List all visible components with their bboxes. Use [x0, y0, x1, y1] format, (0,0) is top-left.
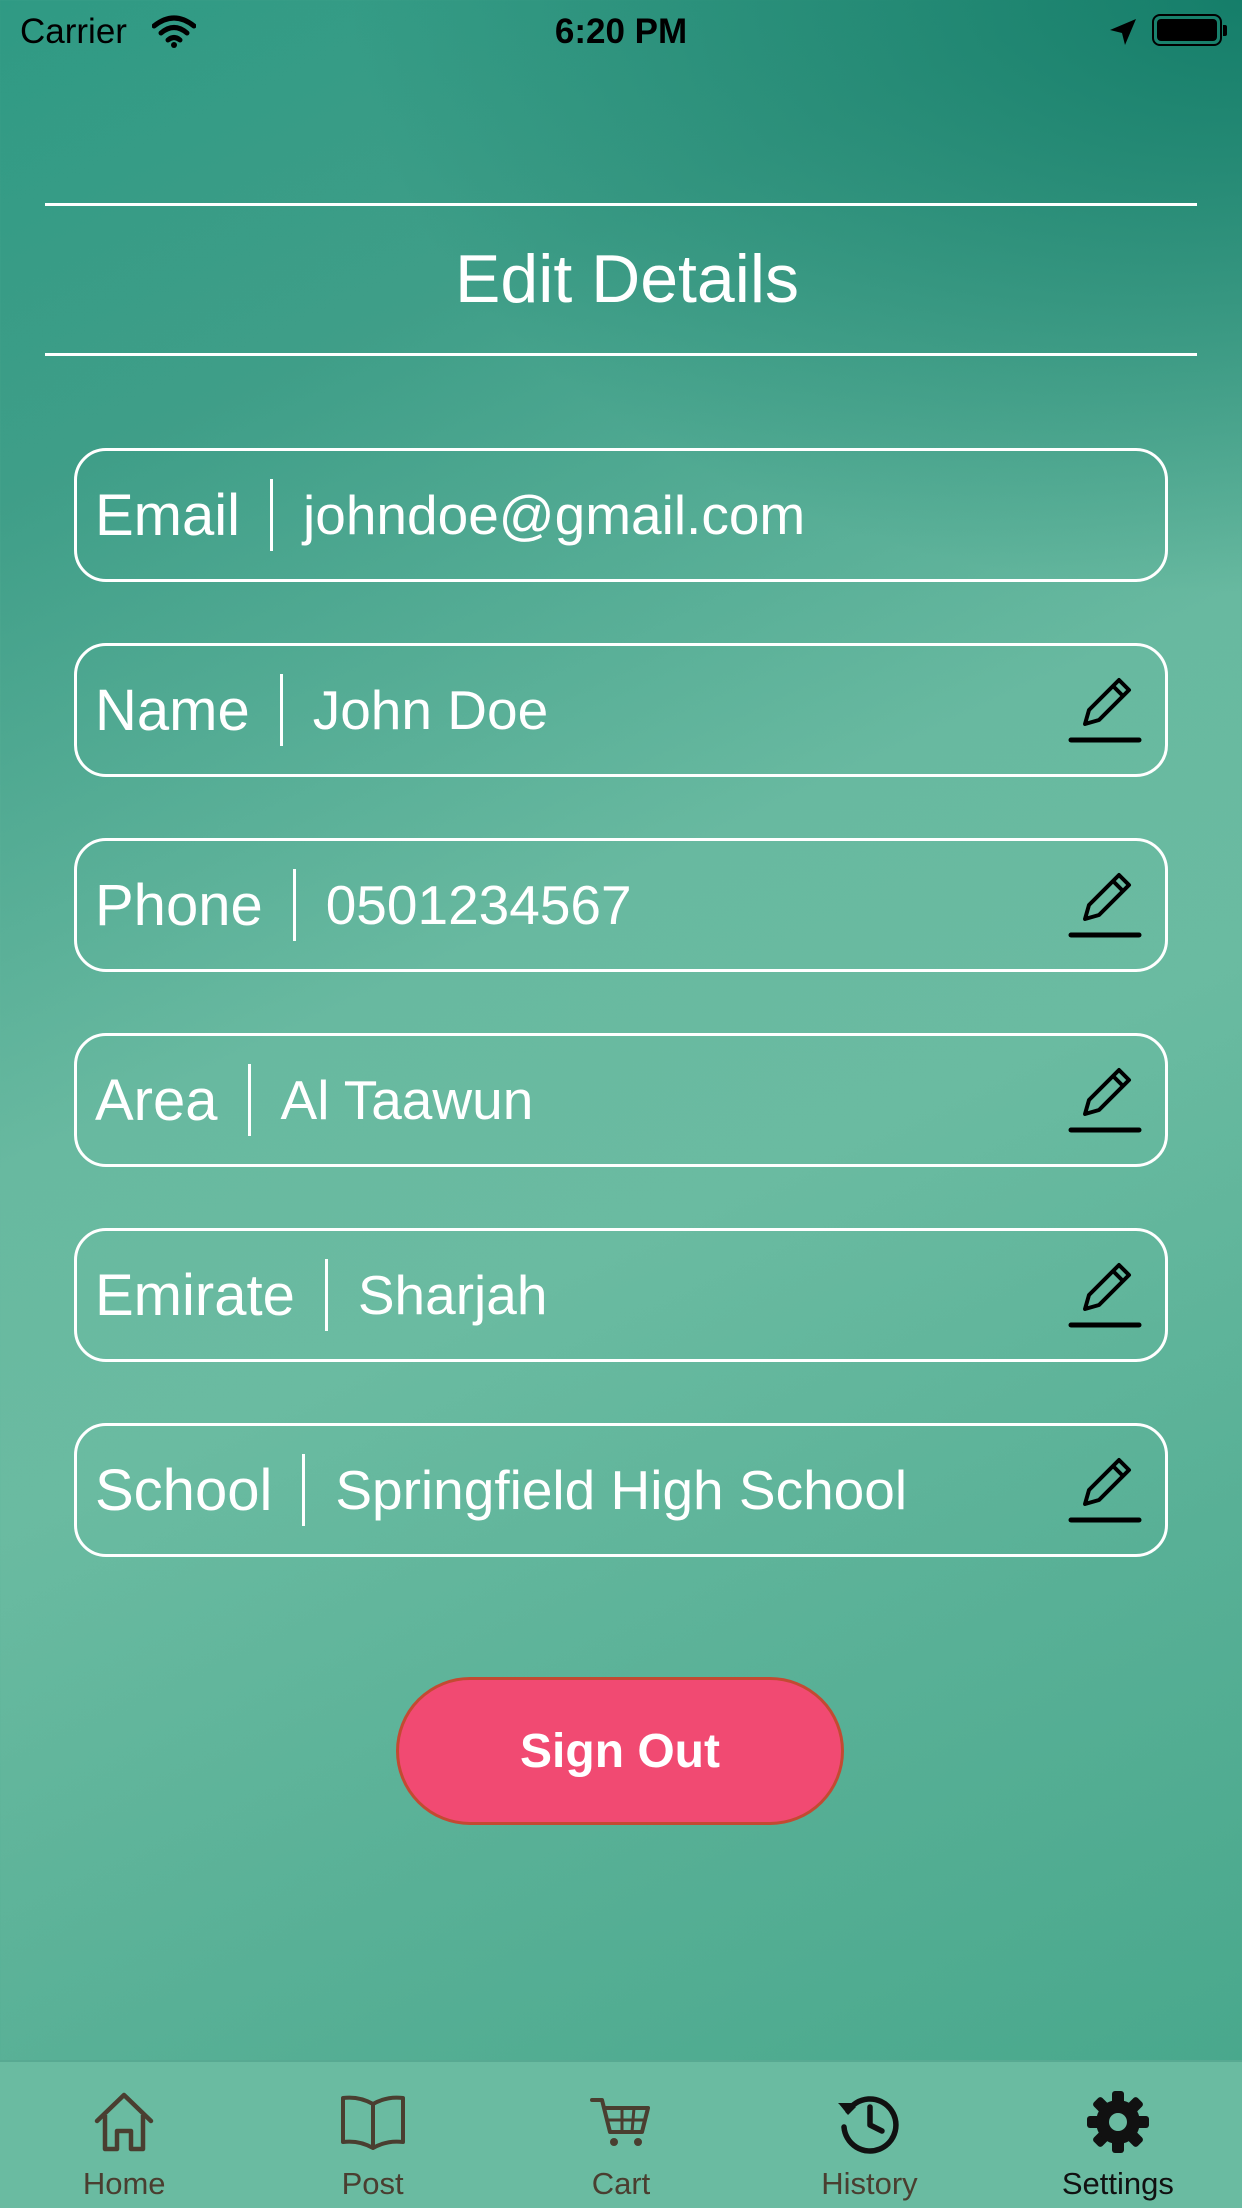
- area-value: Al Taawun: [280, 1069, 534, 1131]
- email-value: johndoe@gmail.com: [303, 484, 806, 546]
- page-title: Edit Details: [455, 241, 799, 317]
- tab-post[interactable]: Post: [248, 2062, 496, 2208]
- name-value: John Doe: [312, 679, 549, 741]
- pencil-icon[interactable]: [1065, 670, 1145, 750]
- cart-icon: [590, 2086, 652, 2158]
- tab-home[interactable]: Home: [0, 2062, 248, 2208]
- field-divider: [270, 479, 274, 551]
- name-field[interactable]: Name John Doe: [74, 643, 1168, 777]
- name-label: Name: [95, 677, 250, 743]
- header-divider-top: [45, 203, 1197, 206]
- field-divider: [279, 674, 283, 746]
- phone-label: Phone: [95, 872, 263, 938]
- field-divider: [324, 1259, 328, 1331]
- clock: 6:20 PM: [554, 12, 688, 51]
- tab-history[interactable]: History: [745, 2062, 993, 2208]
- tab-label: History: [821, 2166, 918, 2201]
- pencil-icon[interactable]: [1065, 1255, 1145, 1335]
- emirate-value: Sharjah: [357, 1264, 548, 1326]
- school-label: School: [95, 1457, 273, 1523]
- tab-label: Home: [82, 2166, 166, 2201]
- field-divider: [292, 869, 296, 941]
- school-field[interactable]: School Springfield High School: [74, 1423, 1168, 1557]
- battery-icon: [1152, 14, 1227, 46]
- school-value: Springfield High School: [335, 1459, 908, 1521]
- area-field[interactable]: Area Al Taawun: [74, 1033, 1168, 1167]
- emirate-field[interactable]: Emirate Sharjah: [74, 1228, 1168, 1362]
- phone-value: 0501234567: [325, 874, 632, 936]
- tab-label: Settings: [1061, 2166, 1174, 2201]
- history-icon: [836, 2086, 902, 2158]
- book-icon: [339, 2086, 407, 2158]
- header-divider-bottom: [45, 353, 1197, 356]
- email-label: Email: [95, 482, 241, 548]
- area-label: Area: [95, 1067, 218, 1133]
- status-bar: Carrier 6:20 PM: [0, 0, 1242, 62]
- pencil-icon[interactable]: [1065, 1060, 1145, 1140]
- field-divider: [247, 1064, 251, 1136]
- email-field[interactable]: Email johndoe@gmail.com: [74, 448, 1168, 582]
- pencil-icon[interactable]: [1065, 1450, 1145, 1530]
- tab-label: Cart: [591, 2166, 651, 2201]
- field-divider: [302, 1454, 306, 1526]
- emirate-label: Emirate: [95, 1262, 295, 1328]
- sign-out-button[interactable]: Sign Out: [396, 1677, 844, 1825]
- phone-field[interactable]: Phone 0501234567: [74, 838, 1168, 972]
- pencil-icon[interactable]: [1065, 865, 1145, 945]
- tab-cart[interactable]: Cart: [497, 2062, 745, 2208]
- location-arrow-icon: [1108, 16, 1138, 56]
- tab-settings[interactable]: Settings: [994, 2062, 1242, 2208]
- home-icon: [91, 2086, 157, 2158]
- tab-bar: Home Post Cart History Settings: [0, 2060, 1242, 2208]
- tab-label: Post: [341, 2166, 404, 2201]
- gear-icon: [1085, 2086, 1151, 2158]
